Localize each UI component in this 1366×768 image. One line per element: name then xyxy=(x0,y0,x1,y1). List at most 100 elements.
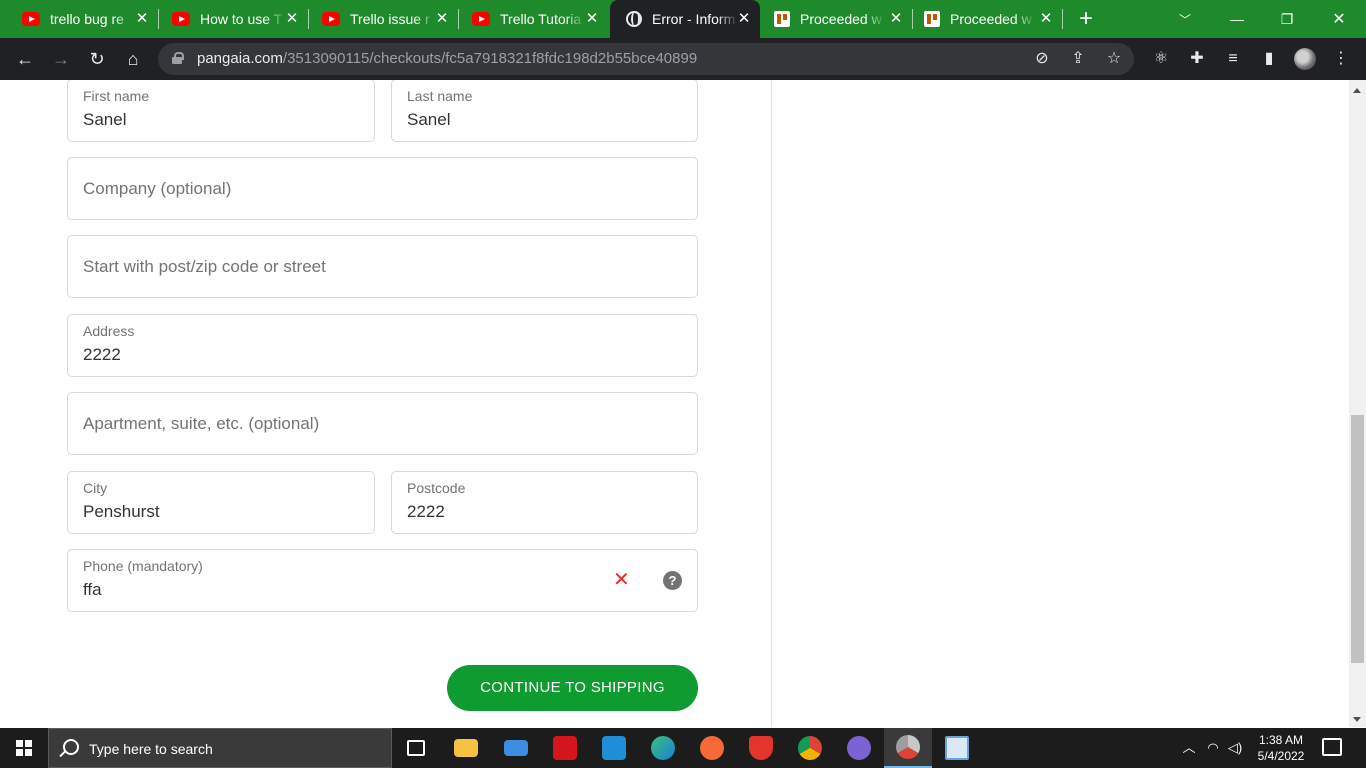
minimize-button[interactable]: — xyxy=(1212,0,1262,38)
lock-icon[interactable] xyxy=(172,52,184,64)
tab-trello-issue[interactable]: Trello issue r ✕ xyxy=(300,0,459,38)
first-name-value[interactable]: Sanel xyxy=(83,110,126,130)
file-explorer-button[interactable] xyxy=(442,728,490,768)
url-text[interactable]: pangaia.com/3513090115/checkouts/fc5a791… xyxy=(197,50,697,67)
tab-error-information[interactable]: Error - Inform ✕ xyxy=(610,0,760,38)
acrobat-button[interactable] xyxy=(541,728,589,768)
tab-title: Proceeded w xyxy=(950,11,1032,27)
chrome-dev-button[interactable] xyxy=(884,728,932,768)
phone-field[interactable]: Phone (mandatory) ffa ✕ ? xyxy=(67,549,698,612)
shield-icon xyxy=(749,736,773,760)
trello-icon xyxy=(924,11,940,27)
tab-proceeded-1[interactable]: Proceeded w ✕ xyxy=(762,0,913,38)
tab-title: Trello Tutoria xyxy=(500,11,582,27)
show-hidden-icons-chevron-icon[interactable]: ︿ xyxy=(1180,738,1198,758)
system-clock[interactable]: 1:38 AM 5/4/2022 xyxy=(1252,732,1310,764)
taskbar-search-placeholder: Type here to search xyxy=(89,741,213,757)
close-tab-icon[interactable]: ✕ xyxy=(134,11,150,27)
react-devtools-icon[interactable]: ⚛ xyxy=(1150,48,1172,70)
eye-off-icon[interactable]: ⊘ xyxy=(1032,49,1052,69)
scroll-up-arrow-icon[interactable] xyxy=(1353,88,1361,93)
task-view-button[interactable] xyxy=(392,728,440,768)
forward-button[interactable]: → xyxy=(49,47,73,71)
error-x-icon: ✕ xyxy=(613,569,630,591)
this-pc-button[interactable] xyxy=(492,728,540,768)
address-lookup-field[interactable]: Start with post/zip code or street xyxy=(67,235,698,298)
clock-time: 1:38 AM xyxy=(1258,733,1304,747)
close-tab-icon[interactable]: ✕ xyxy=(888,11,904,27)
browser-tab-strip: trello bug re ✕ How to use T ✕ Trello is… xyxy=(0,0,1366,38)
address-lookup-placeholder: Start with post/zip code or street xyxy=(83,256,326,276)
extensions-puzzle-icon[interactable]: ✚ xyxy=(1186,48,1208,70)
address-field[interactable]: Address 2222 xyxy=(67,314,698,377)
globe-icon xyxy=(626,11,642,27)
postcode-field[interactable]: Postcode 2222 xyxy=(391,471,698,534)
star-icon[interactable]: ☆ xyxy=(1104,49,1124,69)
brave-button[interactable] xyxy=(737,728,785,768)
youtube-icon xyxy=(172,12,190,26)
close-tab-icon[interactable]: ✕ xyxy=(584,11,600,27)
scroll-thumb[interactable] xyxy=(1351,415,1364,663)
more-menu-icon[interactable]: ⋮ xyxy=(1330,48,1352,70)
profile-avatar[interactable] xyxy=(1294,48,1316,70)
close-tab-icon[interactable]: ✕ xyxy=(1038,11,1054,27)
address-value[interactable]: 2222 xyxy=(83,345,121,365)
reload-button[interactable]: ↻ xyxy=(85,47,109,71)
company-field[interactable]: Company (optional) xyxy=(67,157,698,220)
tab-title: How to use T xyxy=(200,11,283,27)
paint-button[interactable] xyxy=(933,728,981,768)
first-name-field[interactable]: First name Sanel xyxy=(67,80,375,142)
share-icon[interactable]: ⇪ xyxy=(1068,49,1088,69)
close-tab-icon[interactable]: ✕ xyxy=(736,11,752,27)
tab-proceeded-2[interactable]: Proceeded w ✕ xyxy=(912,0,1063,38)
page-scrollbar[interactable] xyxy=(1349,80,1366,727)
notification-center-icon[interactable] xyxy=(1322,738,1342,756)
help-question-icon[interactable]: ? xyxy=(663,571,682,590)
clock-date: 5/4/2022 xyxy=(1257,749,1305,763)
chrome-profile-icon xyxy=(896,735,920,759)
close-tab-icon[interactable]: ✕ xyxy=(434,11,450,27)
last-name-value[interactable]: Sanel xyxy=(407,110,450,130)
scroll-down-arrow-icon[interactable] xyxy=(1353,717,1361,722)
viber-icon xyxy=(847,736,871,760)
youtube-icon xyxy=(322,12,340,26)
tab-search-chevron-icon[interactable]: ﹀ xyxy=(1160,0,1210,38)
media-control-icon[interactable]: ≡ xyxy=(1222,48,1244,70)
vscode-button[interactable] xyxy=(590,728,638,768)
order-summary-divider xyxy=(771,80,772,727)
city-value[interactable]: Penshurst xyxy=(83,502,160,522)
search-icon xyxy=(63,739,79,755)
home-button[interactable]: ⌂ xyxy=(121,47,145,71)
city-field[interactable]: City Penshurst xyxy=(67,471,375,534)
new-tab-button[interactable]: + xyxy=(1074,7,1098,31)
back-button[interactable]: ← xyxy=(13,47,37,71)
tab-trello-bug-report[interactable]: trello bug re ✕ xyxy=(0,0,159,38)
url-host: pangaia.com xyxy=(197,50,283,67)
chrome-icon xyxy=(798,736,822,760)
start-button[interactable] xyxy=(0,728,48,768)
tab-title: Error - Inform xyxy=(652,11,736,27)
close-window-button[interactable]: ✕ xyxy=(1314,0,1364,38)
postcode-value[interactable]: 2222 xyxy=(407,502,445,522)
phone-value[interactable]: ffa xyxy=(83,580,102,600)
restore-button[interactable]: ❐ xyxy=(1262,0,1312,38)
wifi-icon[interactable]: ◠ xyxy=(1204,738,1222,758)
edge-button[interactable] xyxy=(639,728,687,768)
chrome-button[interactable] xyxy=(786,728,834,768)
postman-button[interactable] xyxy=(688,728,736,768)
windows-logo-icon xyxy=(16,740,32,756)
viber-button[interactable] xyxy=(835,728,883,768)
close-tab-icon[interactable]: ✕ xyxy=(284,11,300,27)
side-panel-icon[interactable]: ▮ xyxy=(1258,48,1280,70)
address-bar[interactable]: pangaia.com/3513090115/checkouts/fc5a791… xyxy=(158,43,1134,75)
last-name-label: Last name xyxy=(407,88,473,104)
continue-to-shipping-button[interactable]: CONTINUE TO SHIPPING xyxy=(447,665,698,711)
volume-icon[interactable]: ◁) xyxy=(1226,738,1244,758)
folder-icon xyxy=(454,739,478,757)
tab-how-to-use-trello[interactable]: How to use T ✕ xyxy=(150,0,309,38)
apartment-field[interactable]: Apartment, suite, etc. (optional) xyxy=(67,392,698,455)
taskbar-search-box[interactable]: Type here to search xyxy=(48,728,392,768)
last-name-field[interactable]: Last name Sanel xyxy=(391,80,698,142)
paint-icon xyxy=(945,736,969,760)
tab-trello-tutorial[interactable]: Trello Tutoria ✕ xyxy=(450,0,608,38)
